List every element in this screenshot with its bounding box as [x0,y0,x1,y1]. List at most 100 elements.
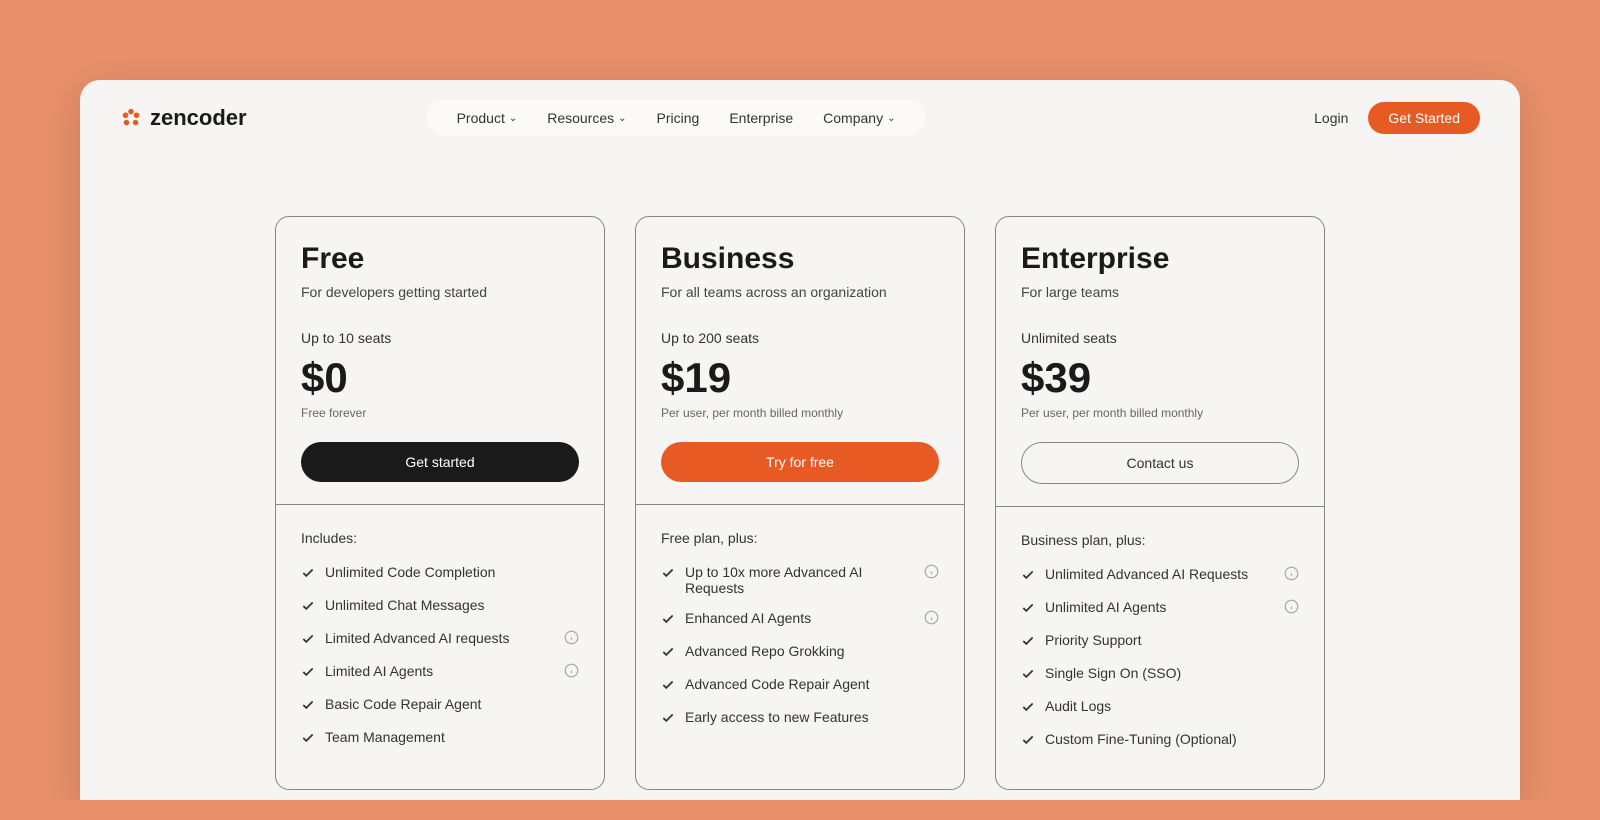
info-icon[interactable] [564,663,579,681]
header-right: Login Get Started [1314,102,1480,134]
feature-item: Early access to new Features [661,709,939,728]
check-icon [301,566,315,583]
check-icon [661,711,675,728]
feature-text: Custom Fine-Tuning (Optional) [1045,731,1299,747]
chevron-down-icon: ⌄ [618,113,626,124]
info-icon[interactable] [1284,599,1299,617]
brand-name: zencoder [150,105,247,131]
check-icon [1021,700,1035,717]
card-bottom: Business plan, plus: Unlimited Advanced A… [996,506,1324,789]
check-icon [301,698,315,715]
feature-item: Enhanced AI Agents [661,610,939,629]
feature-text: Audit Logs [1045,698,1299,714]
plan-billing: Per user, per month billed monthly [661,406,939,420]
plan-billing: Per user, per month billed monthly [1021,406,1299,420]
check-icon [301,731,315,748]
feature-text: Unlimited Code Completion [325,564,579,580]
feature-item: Advanced Code Repair Agent [661,676,939,695]
nav-item-pricing[interactable]: Pricing [657,110,700,126]
plan-desc: For developers getting started [301,284,579,300]
plan-seats: Up to 10 seats [301,330,579,346]
feature-text: Up to 10x more Advanced AI Requests [685,564,910,596]
check-icon [661,566,675,583]
feature-text: Unlimited Advanced AI Requests [1045,566,1270,582]
header: zencoder Product⌄ Resources⌄ Pricing Enterp… [80,80,1520,156]
feature-text: Team Management [325,729,579,745]
feature-text: Early access to new Features [685,709,939,725]
check-icon [301,632,315,649]
plan-cta-button[interactable]: Get started [301,442,579,482]
check-icon [1021,733,1035,750]
check-icon [661,645,675,662]
chevron-down-icon: ⌄ [509,113,517,124]
nav-item-enterprise[interactable]: Enterprise [729,110,793,126]
info-icon[interactable] [924,564,939,582]
feature-item: Team Management [301,729,579,748]
feature-text: Advanced Repo Grokking [685,643,939,659]
nav-item-resources[interactable]: Resources⌄ [547,110,626,126]
check-icon [661,678,675,695]
plan-name: Free [301,242,579,276]
logo[interactable]: zencoder [120,105,247,131]
feature-item: Unlimited AI Agents [1021,599,1299,618]
feature-item: Unlimited Code Completion [301,564,579,583]
plan-cta-button[interactable]: Contact us [1021,442,1299,484]
plan-desc: For large teams [1021,284,1299,300]
info-icon[interactable] [924,610,939,628]
feature-item: Priority Support [1021,632,1299,651]
card-bottom: Includes: Unlimited Code Completion Unlimi… [276,504,604,787]
pricing-card-free: Free For developers getting started Up to … [275,216,605,790]
info-icon[interactable] [564,630,579,648]
check-icon [301,665,315,682]
includes-label: Includes: [301,530,579,546]
feature-item: Single Sign On (SSO) [1021,665,1299,684]
feature-item: Limited AI Agents [301,663,579,682]
plan-seats: Unlimited seats [1021,330,1299,346]
get-started-button[interactable]: Get Started [1368,102,1480,134]
feature-text: Enhanced AI Agents [685,610,910,626]
pricing-grid: Free For developers getting started Up to … [80,156,1520,800]
plan-name: Business [661,242,939,276]
nav-item-company[interactable]: Company⌄ [823,110,895,126]
includes-label: Business plan, plus: [1021,532,1299,548]
feature-item: Advanced Repo Grokking [661,643,939,662]
feature-item: Limited Advanced AI requests [301,630,579,649]
pricing-card-business: Business For all teams across an organiza… [635,216,965,790]
check-icon [1021,667,1035,684]
app-window: zencoder Product⌄ Resources⌄ Pricing Enterp… [80,80,1520,800]
plan-price: $19 [661,354,939,402]
feature-text: Basic Code Repair Agent [325,696,579,712]
card-bottom: Free plan, plus: Up to 10x more Advanced … [636,504,964,767]
feature-text: Advanced Code Repair Agent [685,676,939,692]
card-top: Business For all teams across an organiza… [636,217,964,504]
card-top: Free For developers getting started Up to … [276,217,604,504]
feature-text: Single Sign On (SSO) [1045,665,1299,681]
nav-item-product[interactable]: Product⌄ [457,110,518,126]
includes-label: Free plan, plus: [661,530,939,546]
feature-text: Limited AI Agents [325,663,550,679]
chevron-down-icon: ⌄ [887,113,895,124]
plan-price: $39 [1021,354,1299,402]
feature-item: Basic Code Repair Agent [301,696,579,715]
feature-text: Limited Advanced AI requests [325,630,550,646]
check-icon [301,599,315,616]
feature-text: Unlimited Chat Messages [325,597,579,613]
feature-item: Unlimited Chat Messages [301,597,579,616]
plan-desc: For all teams across an organization [661,284,939,300]
login-link[interactable]: Login [1314,110,1348,126]
plan-seats: Up to 200 seats [661,330,939,346]
plan-billing: Free forever [301,406,579,420]
pricing-card-enterprise: Enterprise For large teams Unlimited seats… [995,216,1325,790]
info-icon[interactable] [1284,566,1299,584]
plan-cta-button[interactable]: Try for free [661,442,939,482]
card-top: Enterprise For large teams Unlimited seats… [996,217,1324,506]
check-icon [1021,568,1035,585]
feature-item: Audit Logs [1021,698,1299,717]
feature-text: Priority Support [1045,632,1299,648]
feature-item: Unlimited Advanced AI Requests [1021,566,1299,585]
main-nav: Product⌄ Resources⌄ Pricing Enterprise Compa… [427,100,926,136]
outer-frame: zencoder Product⌄ Resources⌄ Pricing Enterp… [20,20,1580,800]
plan-name: Enterprise [1021,242,1299,276]
feature-item: Custom Fine-Tuning (Optional) [1021,731,1299,750]
plan-price: $0 [301,354,579,402]
